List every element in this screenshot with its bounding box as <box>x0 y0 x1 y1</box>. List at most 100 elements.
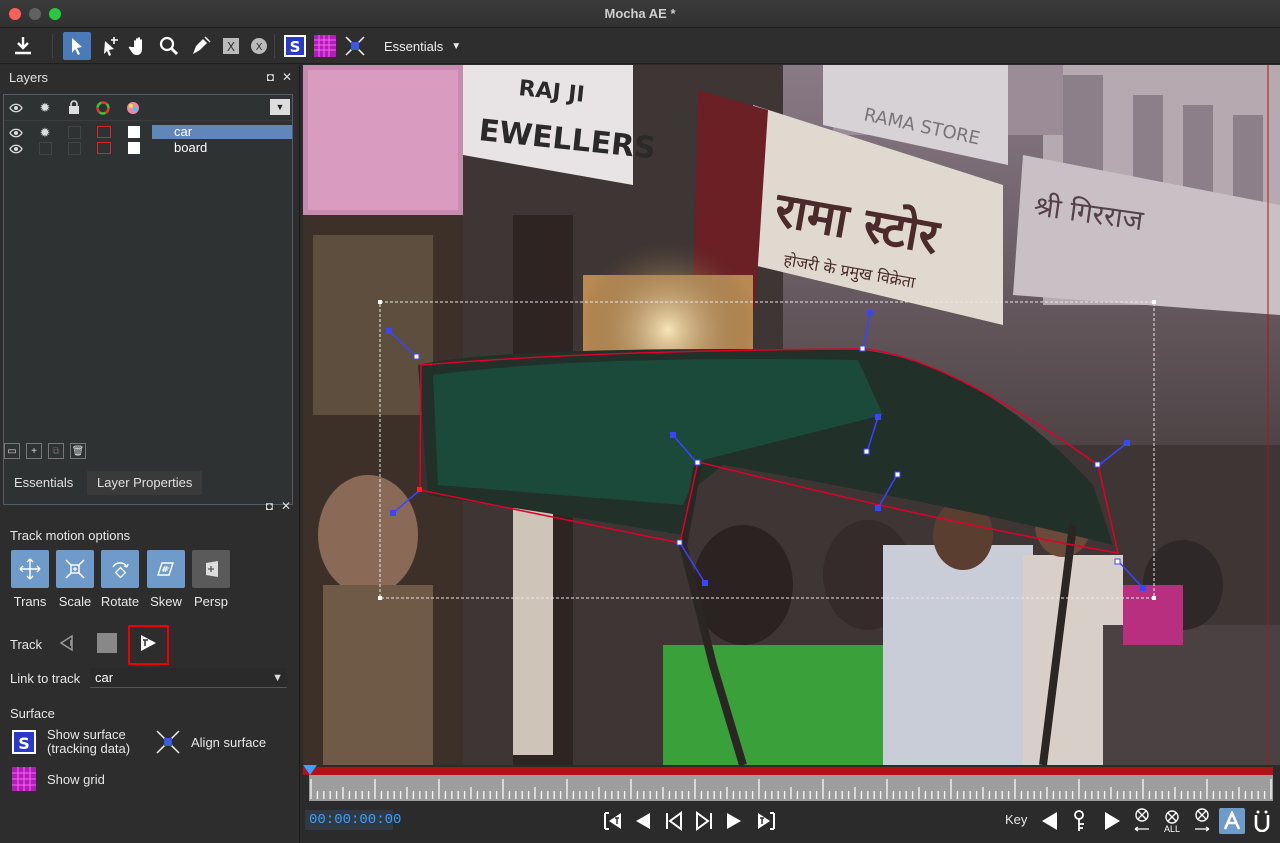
layer-color-swatch[interactable] <box>97 126 111 138</box>
go-to-start-icon[interactable] <box>600 808 626 834</box>
trash-icon[interactable]: 🗑 <box>70 443 86 459</box>
layer-row-car[interactable]: ✹ car <box>4 125 292 140</box>
timeline-ruler[interactable] <box>309 775 1273 801</box>
svg-text:S: S <box>18 734 30 753</box>
svg-text:S: S <box>290 38 301 56</box>
close-panel-icon[interactable]: ✕ <box>281 499 291 513</box>
skew-toggle[interactable] <box>147 550 185 588</box>
float-panel-icon[interactable]: ◘ <box>267 70 274 84</box>
update-key-icon[interactable] <box>1249 808 1275 834</box>
show-grid-button[interactable]: Show grid <box>47 773 105 787</box>
translate-toggle[interactable] <box>11 550 49 588</box>
pen-tool-icon[interactable] <box>187 32 215 60</box>
align-surface-icon[interactable] <box>154 728 182 756</box>
zoom-tool-icon[interactable] <box>155 32 183 60</box>
layer-row-board[interactable]: board <box>4 141 292 156</box>
tab-layer-properties[interactable]: Layer Properties <box>87 471 203 495</box>
export-icon[interactable] <box>9 32 37 60</box>
play-forward-icon[interactable] <box>721 808 747 834</box>
visibility-column-icon[interactable] <box>8 100 24 116</box>
layer-name[interactable]: board <box>152 141 292 155</box>
stop-track-icon[interactable] <box>96 632 118 654</box>
layer-options-menu[interactable]: ▼ <box>270 99 290 115</box>
svg-text:X: X <box>227 40 235 54</box>
step-backward-icon[interactable] <box>660 808 686 834</box>
surface-icon[interactable]: S <box>281 32 309 60</box>
grid-icon[interactable] <box>311 32 339 60</box>
perspective-toggle[interactable] <box>192 550 230 588</box>
add-key-icon[interactable] <box>1069 808 1095 834</box>
process-toggle[interactable] <box>39 142 52 155</box>
link-to-track-value: car <box>95 670 114 685</box>
add-point-tool-icon[interactable] <box>96 32 124 60</box>
next-key-icon[interactable] <box>1099 808 1125 834</box>
tab-essentials[interactable]: Essentials <box>4 471 83 495</box>
close-panel-icon[interactable]: ✕ <box>282 70 292 84</box>
eye-icon[interactable] <box>8 141 24 157</box>
timeline[interactable] <box>303 765 1280 805</box>
workspace-dropdown[interactable]: Essentials ▼ <box>378 34 467 58</box>
track-backward-icon[interactable] <box>56 632 78 654</box>
duplicate-layer-icon[interactable]: ⧉ <box>48 443 64 459</box>
previous-key-icon[interactable] <box>1037 808 1063 834</box>
scale-toggle[interactable] <box>56 550 94 588</box>
show-grid-icon[interactable] <box>10 765 38 793</box>
properties-tabs: Essentials Layer Properties <box>0 469 300 495</box>
matte-color-swatch[interactable] <box>128 142 140 154</box>
x-spline-circle-icon[interactable]: X <box>245 32 273 60</box>
props-panel-controls: ◘ ✕ <box>266 499 291 513</box>
layer-name[interactable]: car <box>152 125 292 139</box>
show-surface-line2: (tracking data) <box>47 741 131 756</box>
layer-color-swatch[interactable] <box>97 142 111 154</box>
go-to-end-icon[interactable] <box>753 808 779 834</box>
delete-key-forward-icon[interactable] <box>1189 808 1215 834</box>
in-out-range-bar[interactable] <box>303 767 1273 775</box>
surface-label: Surface <box>10 706 55 721</box>
eye-icon[interactable] <box>8 125 24 141</box>
play-backward-icon[interactable] <box>630 808 656 834</box>
show-surface-button[interactable]: Show surface (tracking data) <box>47 728 130 756</box>
playhead-icon[interactable] <box>303 765 317 775</box>
clip-viewer[interactable]: RAMA STORE रामा स्टोर होजरी के प्रमुख वि… <box>303 65 1280 765</box>
process-column-icon[interactable]: ✹ <box>37 100 53 116</box>
trans-label: Trans <box>13 594 47 609</box>
highlight-box <box>128 625 169 665</box>
window-title: Mocha AE * <box>604 6 676 21</box>
main-toolbar: X X S Essentials ▼ <box>0 28 1280 64</box>
new-folder-icon[interactable]: ▭ <box>4 443 20 459</box>
left-panel: Layers ◘ ✕ ✹ ▼ ✹ car board ▭ + ⧉ 🗑 Essen… <box>0 65 300 843</box>
link-to-track-select[interactable]: car ▼ <box>90 668 287 688</box>
float-panel-icon[interactable]: ◘ <box>266 499 273 513</box>
matte-color-swatch[interactable] <box>128 126 140 138</box>
new-layer-icon[interactable]: + <box>26 443 42 459</box>
persp-label: Persp <box>194 594 228 609</box>
x-spline-tool-icon[interactable]: X <box>217 32 245 60</box>
show-surface-icon[interactable]: S <box>10 728 38 756</box>
align-surface-icon[interactable] <box>341 32 369 60</box>
skew-label: Skew <box>150 594 182 609</box>
layers-header-row: ✹ ▼ <box>4 95 292 121</box>
scale-label: Scale <box>58 594 92 609</box>
select-tool-icon[interactable] <box>63 32 91 60</box>
delete-key-back-icon[interactable] <box>1129 808 1155 834</box>
workspace-label: Essentials <box>384 38 444 54</box>
layers-panel-title: Layers <box>9 69 49 85</box>
color-column-icon[interactable] <box>95 100 111 116</box>
lock-column-icon[interactable] <box>66 99 82 115</box>
show-surface-line1: Show surface <box>47 727 126 742</box>
link-to-track-label: Link to track <box>10 671 81 686</box>
align-surface-button[interactable]: Align surface <box>191 736 266 750</box>
delete-all-keys-button[interactable]: ALL <box>1159 808 1185 834</box>
lock-toggle[interactable] <box>68 142 81 155</box>
auto-key-toggle[interactable] <box>1219 808 1245 834</box>
step-forward-icon[interactable] <box>692 808 718 834</box>
chevron-down-icon: ▼ <box>272 672 283 684</box>
track-label: Track <box>10 637 43 652</box>
timecode-field[interactable]: 00:00:00:00 <box>305 810 401 830</box>
hand-tool-icon[interactable] <box>125 32 153 60</box>
matte-color-column-icon[interactable] <box>125 100 141 116</box>
rotate-label: Rotate <box>100 594 140 609</box>
rotate-toggle[interactable] <box>101 550 139 588</box>
process-icon[interactable]: ✹ <box>37 125 53 141</box>
lock-toggle[interactable] <box>68 126 81 139</box>
